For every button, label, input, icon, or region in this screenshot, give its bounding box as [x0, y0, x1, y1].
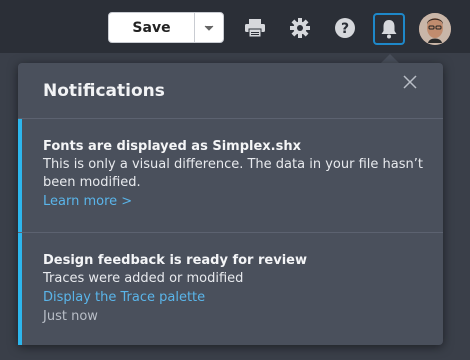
save-button[interactable]: Save: [109, 13, 195, 42]
save-split-button: Save: [108, 12, 224, 43]
close-icon: [403, 75, 417, 89]
avatar-image: [419, 13, 451, 45]
bell-icon: [381, 20, 397, 39]
notification-accent-bar: [18, 119, 22, 232]
print-button[interactable]: [243, 16, 267, 40]
notification-text: This is only a visual difference. The da…: [43, 157, 423, 190]
user-avatar[interactable]: [419, 13, 451, 45]
display-trace-palette-link[interactable]: Display the Trace palette: [43, 288, 428, 307]
svg-text:?: ?: [341, 21, 349, 37]
notification-title: Design feedback is ready for review: [43, 253, 307, 268]
learn-more-link[interactable]: Learn more >: [43, 192, 428, 211]
notifications-button[interactable]: [373, 13, 405, 45]
notification-item: Fonts are displayed as Simplex.shx This …: [18, 119, 443, 232]
settings-button[interactable]: [288, 16, 312, 40]
help-button[interactable]: ?: [333, 16, 357, 40]
notification-timestamp: Just now: [43, 309, 98, 324]
notifications-panel: Notifications Fonts are displayed as Sim…: [18, 63, 443, 345]
print-icon: [245, 19, 265, 38]
panel-pointer: [381, 54, 399, 63]
notification-accent-bar: [18, 233, 22, 345]
close-button[interactable]: [401, 73, 419, 91]
panel-title: Notifications: [43, 81, 165, 101]
notification-item: Design feedback is ready for review Trac…: [18, 233, 443, 345]
notification-title: Fonts are displayed as Simplex.shx: [43, 139, 301, 154]
notification-text: Traces were added or modified: [43, 271, 244, 286]
help-icon: ?: [335, 18, 355, 38]
chevron-down-icon: [204, 25, 214, 31]
save-options-button[interactable]: [195, 13, 223, 42]
gear-icon: [290, 18, 310, 38]
